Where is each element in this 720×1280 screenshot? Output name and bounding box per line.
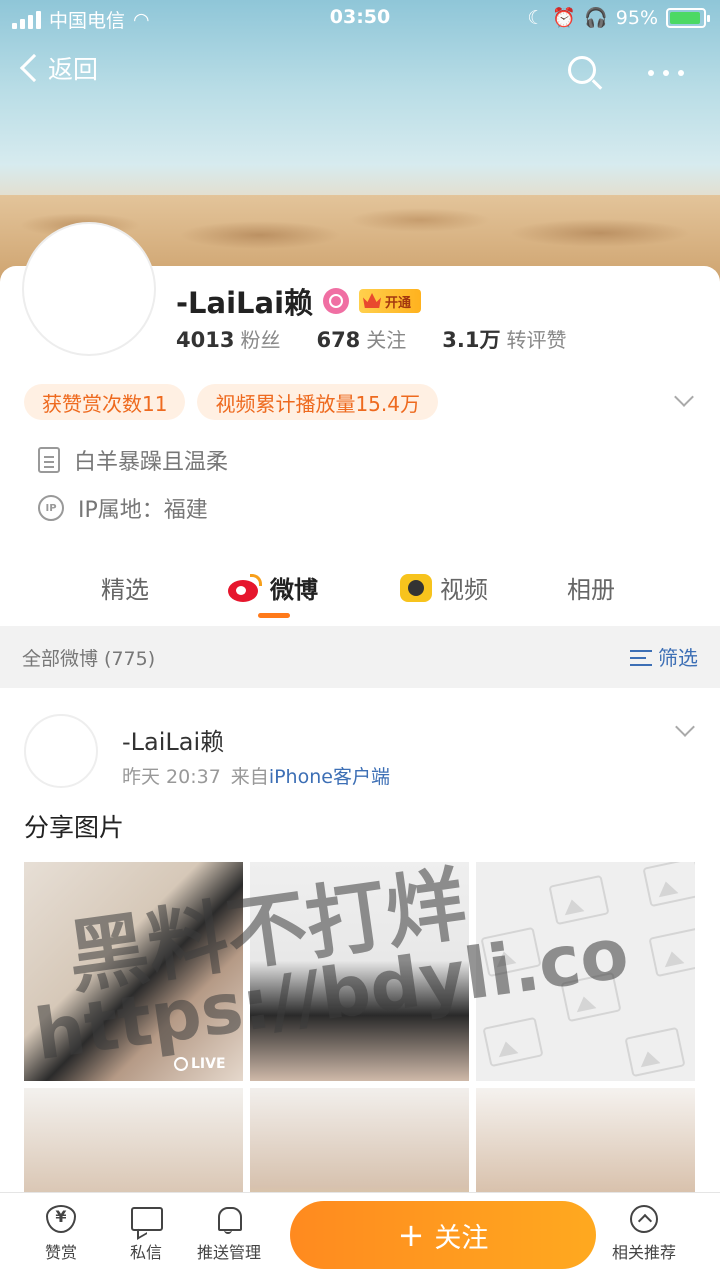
- tab-album[interactable]: 相册: [567, 570, 615, 605]
- avatar[interactable]: [22, 222, 156, 356]
- image-placeholder-icon: [482, 1016, 544, 1068]
- document-icon: [38, 447, 60, 473]
- image-placeholder-icon: [560, 971, 622, 1023]
- bio-text: 白羊暴躁且温柔: [74, 450, 229, 475]
- weibo-icon: [228, 573, 262, 602]
- post-image-3[interactable]: [476, 862, 695, 1081]
- live-icon: [174, 1057, 188, 1071]
- video-icon: [400, 573, 432, 602]
- vip-open-button[interactable]: 开通: [359, 289, 422, 313]
- tab-featured-label: 精选: [101, 576, 149, 604]
- related-recommend-button[interactable]: 相关推荐: [612, 1205, 676, 1263]
- follow-label: 关注: [434, 1222, 489, 1254]
- message-icon: [131, 1205, 163, 1233]
- tip-icon: [46, 1205, 76, 1233]
- achievement-badges: 获赞赏次数11 视频累计播放量15.4万: [24, 384, 438, 420]
- tab-weibo[interactable]: 微博: [228, 570, 318, 605]
- bio-row: 白羊暴躁且温柔: [38, 444, 228, 476]
- profile-tabs: 精选 微博 视频 相册: [0, 560, 720, 624]
- image-placeholder-icon: [648, 926, 695, 978]
- vip-open-label: 开通: [385, 295, 412, 311]
- post-from: 来自iPhone客户端: [231, 762, 390, 789]
- tab-album-label: 相册: [567, 576, 615, 604]
- plus-icon: +: [397, 1216, 425, 1254]
- message-label: 私信: [130, 1243, 163, 1262]
- bottom-action-bar: 赞赏 私信 推送管理 + 关注 相关推荐: [0, 1192, 720, 1280]
- push-settings-label: 推送管理: [197, 1243, 262, 1262]
- bell-icon: [214, 1205, 244, 1234]
- top-nav: 返回: [0, 50, 720, 100]
- image-placeholder-icon: [480, 926, 542, 978]
- crown-icon: [363, 293, 382, 308]
- ip-icon: IP: [38, 495, 64, 521]
- tab-weibo-label: 微博: [270, 576, 318, 604]
- more-icon[interactable]: [648, 70, 684, 76]
- post-image-1[interactable]: LIVE: [24, 862, 243, 1081]
- post-menu-chevron-icon[interactable]: [675, 717, 695, 737]
- post-count: 全部微博 (775): [22, 648, 156, 670]
- post-meta: 昨天 20:37 来自iPhone客户端: [122, 762, 390, 789]
- live-badge: LIVE: [174, 1056, 226, 1072]
- image-placeholder-icon: [548, 874, 610, 926]
- back-label: 返回: [48, 55, 99, 84]
- stat-interactions[interactable]: 3.1万 转评赞: [442, 324, 566, 354]
- post-text: 分享图片: [24, 813, 125, 842]
- image-placeholder-icon: [642, 862, 695, 908]
- profile-stats: 4013 粉丝 678 关注 3.1万 转评赞: [176, 324, 567, 354]
- filter-label: 筛选: [658, 646, 698, 670]
- chevron-up-circle-icon: [630, 1205, 658, 1233]
- message-button[interactable]: 私信: [130, 1205, 163, 1263]
- badge-video-plays[interactable]: 视频累计播放量15.4万: [197, 384, 438, 420]
- profile-name-row: -LaiLai赖 开通: [176, 280, 422, 322]
- tab-video-label: 视频: [440, 576, 488, 604]
- chevron-left-icon: [19, 53, 49, 83]
- status-bar: 中国电信 ◠ 03:50 ☾ ⏰ 🎧 95%: [0, 0, 720, 36]
- profile-name: -LaiLai赖: [176, 286, 314, 320]
- image-placeholder-icon: [624, 1026, 686, 1078]
- search-badge-icon[interactable]: [323, 288, 350, 314]
- headphones-icon: 🎧: [584, 7, 608, 29]
- live-label: LIVE: [191, 1056, 226, 1072]
- post-time: 昨天 20:37: [122, 766, 221, 788]
- badge-tips[interactable]: 获赞赏次数11: [24, 384, 186, 420]
- alarm-icon: ⏰: [552, 7, 577, 29]
- filter-button[interactable]: 筛选: [630, 642, 698, 671]
- tab-featured[interactable]: 精选: [101, 570, 149, 605]
- post-source[interactable]: iPhone客户端: [269, 766, 390, 788]
- battery-percent: 95%: [615, 6, 658, 29]
- related-recommend-label: 相关推荐: [612, 1243, 677, 1262]
- tab-video[interactable]: 视频: [400, 570, 488, 605]
- search-icon[interactable]: [568, 56, 596, 84]
- ip-row: IP IP属地：福建: [38, 492, 208, 524]
- stat-followers[interactable]: 4013 粉丝: [176, 324, 280, 354]
- push-settings-button[interactable]: 推送管理: [197, 1205, 261, 1263]
- post-from-prefix: 来自: [230, 766, 269, 788]
- stat-following[interactable]: 678 关注: [316, 324, 406, 354]
- status-right: ☾ ⏰ 🎧 95%: [527, 6, 710, 29]
- post-image-2[interactable]: [250, 862, 469, 1081]
- moon-icon: ☾: [527, 6, 545, 29]
- battery-icon: [666, 7, 710, 28]
- tip-button[interactable]: 赞赏: [45, 1205, 77, 1263]
- active-tab-indicator: [258, 613, 290, 618]
- ip-location: IP属地：福建: [78, 498, 208, 523]
- tip-label: 赞赏: [45, 1243, 78, 1262]
- filter-bar: 全部微博 (775) 筛选: [0, 626, 720, 688]
- follow-button[interactable]: + 关注: [290, 1201, 596, 1269]
- back-button[interactable]: 返回: [18, 50, 98, 86]
- post-author[interactable]: -LaiLai赖: [122, 722, 224, 757]
- post-avatar[interactable]: [24, 714, 98, 788]
- filter-icon: [630, 648, 652, 666]
